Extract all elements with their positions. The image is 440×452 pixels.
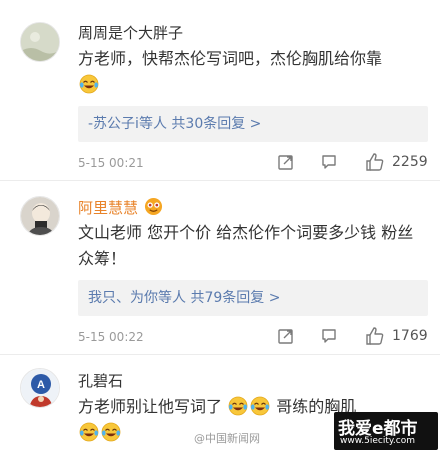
comment-icon[interactable] (320, 153, 338, 171)
laughing-tears-emoji-icon (250, 396, 270, 416)
username[interactable]: 阿里慧慧 (78, 197, 138, 218)
like-count: 1769 (392, 328, 428, 344)
repost-icon[interactable] (277, 327, 295, 345)
comment-time: 5-15 00:21 (78, 156, 144, 170)
avatar[interactable]: A (20, 368, 60, 408)
vip-badge-icon (144, 197, 163, 216)
logo-sub-text: www.5iecity.com (340, 436, 415, 446)
reply-users[interactable]: 我只、为你等人 (88, 290, 186, 306)
avatar[interactable] (20, 22, 60, 62)
avatar-image (21, 197, 59, 235)
avatar-image (21, 23, 59, 61)
avatar-image: A (21, 369, 59, 407)
avatar[interactable] (20, 196, 60, 236)
comment-icon[interactable] (320, 327, 338, 345)
comment-time: 5-15 00:22 (78, 330, 144, 344)
watermark: @中国新闻网 (194, 432, 260, 445)
divider (0, 354, 440, 355)
comment-text: 文山老师 您开个价 给杰伦作个词要多少钱 粉丝众筹！ (78, 223, 414, 268)
username[interactable]: 孔碧石 (78, 370, 123, 391)
laughing-tears-emoji-icon (79, 422, 99, 442)
laughing-tears-emoji-icon (79, 74, 99, 94)
reply-count-link[interactable]: 共79条回复 > (190, 290, 280, 306)
divider (0, 180, 440, 181)
reply-summary[interactable]: 我只、为你等人 共79条回复 > (78, 280, 428, 316)
site-logo: 我爱e都市 www.5iecity.com (334, 412, 438, 450)
thumbs-up-icon[interactable] (365, 152, 385, 172)
svg-text:A: A (37, 379, 45, 391)
comment-text-part: 方老师别让他写词了 (78, 397, 223, 416)
laughing-tears-emoji-icon (101, 422, 121, 442)
thumbs-up-icon[interactable] (365, 326, 385, 346)
comment-text: 方老师，快帮杰伦写词吧，杰伦胸肌给你靠 (78, 46, 428, 98)
repost-icon[interactable] (277, 153, 295, 171)
reply-users[interactable]: -苏公子i等人 (88, 116, 167, 132)
comment-text-content: 方老师，快帮杰伦写词吧，杰伦胸肌给你靠 (78, 49, 383, 68)
username[interactable]: 周周是个大胖子 (78, 22, 183, 43)
laughing-tears-emoji-icon (228, 396, 248, 416)
reply-count-link[interactable]: 共30条回复 > (171, 116, 261, 132)
reply-summary[interactable]: -苏公子i等人 共30条回复 > (78, 106, 428, 142)
comment-1: 周周是个大胖子 方老师，快帮杰伦写词吧，杰伦胸肌给你靠 -苏公子i等人 共30条… (0, 0, 440, 178)
like-count: 2259 (392, 154, 428, 170)
